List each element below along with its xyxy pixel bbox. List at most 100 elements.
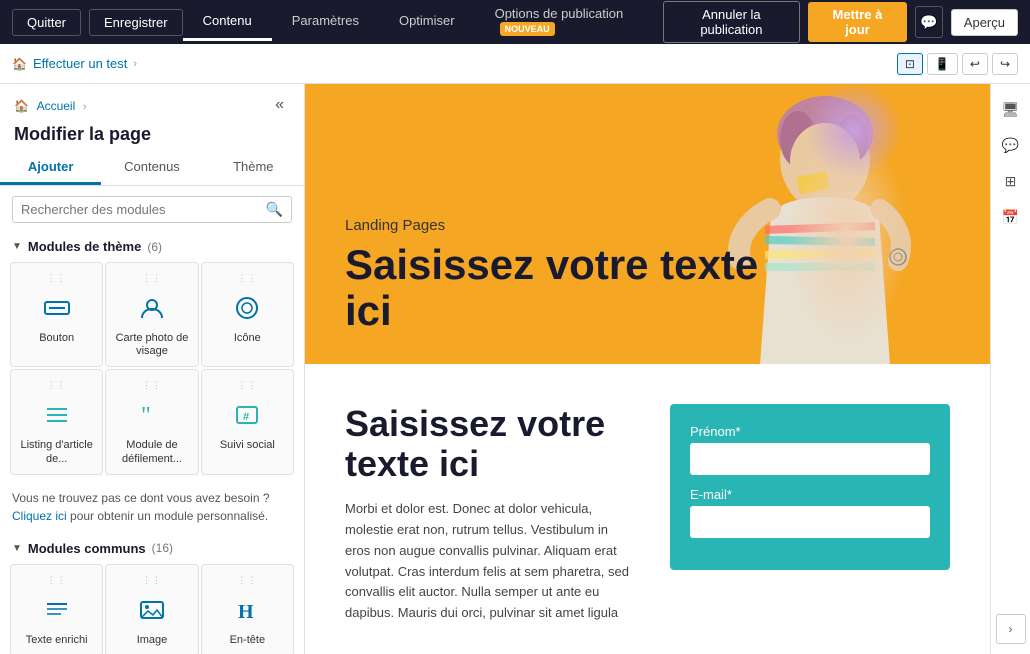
sidebar-layout-icon: ⊞ — [1005, 173, 1017, 190]
tab-params[interactable]: Paramètres — [272, 3, 379, 41]
form-card: Prénom* E-mail* — [670, 404, 950, 570]
drag-handle: ⋮⋮ — [237, 273, 257, 284]
theme-section-title: Modules de thème — [28, 239, 141, 254]
defilement-label: Module de défilement... — [112, 439, 191, 465]
desktop-view-button[interactable]: ⊡ — [897, 53, 923, 75]
module-en-tete[interactable]: ⋮⋮ H En-tête — [201, 564, 294, 654]
drag-handle: ⋮⋮ — [47, 273, 67, 284]
email-field: E-mail* — [690, 487, 930, 538]
svg-text:": " — [141, 403, 151, 429]
listing-label: Listing d'article de... — [17, 439, 96, 465]
mobile-view-button[interactable]: 📱 — [927, 53, 958, 75]
panel-home-icon: 🏠 — [14, 99, 29, 113]
icone-icon — [229, 290, 265, 326]
breadcrumb-chevron: › — [133, 58, 137, 70]
help-link[interactable]: Cliquez ici — [12, 509, 67, 523]
tab-publish[interactable]: Options de publication NOUVEAU — [475, 0, 663, 49]
tab-theme[interactable]: Thème — [203, 151, 304, 185]
module-image[interactable]: ⋮⋮ Image — [105, 564, 198, 654]
common-section-count: (16) — [152, 541, 173, 555]
save-button[interactable]: Enregistrer — [89, 9, 183, 36]
redo-button[interactable]: ↪ — [992, 53, 1018, 75]
theme-section-count: (6) — [147, 240, 162, 254]
search-icon: 🔍 — [266, 201, 283, 217]
module-icone[interactable]: ⋮⋮ Icône — [201, 262, 294, 367]
quit-button[interactable]: Quitter — [12, 9, 81, 36]
undo-button[interactable]: ↩ — [962, 53, 988, 75]
home-icon: 🏠 — [12, 57, 27, 71]
search-input-wrap: 🔍 — [12, 196, 292, 223]
test-link[interactable]: Effectuer un test — [33, 56, 127, 71]
defilement-icon: " — [134, 397, 170, 433]
sidebar-expand-button[interactable]: › — [996, 614, 1026, 644]
preview-button[interactable]: Aperçu — [951, 9, 1018, 36]
hero-section: Landing Pages Saisissez votre texte ici — [305, 84, 990, 364]
tab-optimize[interactable]: Optimiser — [379, 3, 475, 41]
module-defilement[interactable]: ⋮⋮ " Module de défilement... — [105, 369, 198, 474]
texte-enrichi-label: Texte enrichi — [26, 634, 88, 647]
tab-content[interactable]: Contenu — [183, 3, 272, 41]
panel-title-area: Modifier la page — [0, 122, 304, 151]
sidebar-calendar-icon-button[interactable]: 📅 — [996, 202, 1026, 232]
panel-breadcrumb-home[interactable]: Accueil — [37, 99, 76, 113]
drag-handle: ⋮⋮ — [142, 273, 162, 284]
content-left: Saisissez votre texte ici Morbi et dolor… — [345, 404, 630, 624]
right-sidebar-bottom: › — [996, 614, 1026, 644]
drag-handle: ⋮⋮ — [237, 380, 257, 391]
panel-header: 🏠 Accueil › « — [0, 84, 304, 122]
top-bar-right: Annuler la publication Mettre à jour 💬 A… — [663, 1, 1018, 43]
breadcrumb-sep: › — [83, 101, 87, 113]
breadcrumb: 🏠 Accueil › — [14, 98, 87, 113]
sidebar-chat-icon: 💬 — [1002, 137, 1019, 154]
module-listing[interactable]: ⋮⋮ Listing d'article de... — [10, 369, 103, 474]
secondary-bar-left: 🏠 Effectuer un test › — [12, 56, 897, 71]
en-tete-icon: H — [229, 592, 265, 628]
cancel-pub-button[interactable]: Annuler la publication — [663, 1, 800, 43]
drag-handle: ⋮⋮ — [142, 380, 162, 391]
carte-photo-icon — [134, 290, 170, 326]
module-texte-enrichi[interactable]: ⋮⋮ Texte enrichi — [10, 564, 103, 654]
page-actions: ⊡ 📱 ↩ ↪ — [897, 53, 1018, 75]
sidebar-chat-icon-button[interactable]: 💬 — [996, 130, 1026, 160]
suivi-social-label: Suivi social — [220, 439, 275, 452]
sidebar-calendar-icon: 📅 — [1002, 209, 1019, 226]
theme-modules-section-header[interactable]: ▼ Modules de thème (6) — [0, 233, 304, 258]
drag-handle: ⋮⋮ — [47, 380, 67, 391]
prenom-input[interactable] — [690, 443, 930, 475]
right-side: Landing Pages Saisissez votre texte ici — [305, 84, 1030, 654]
sidebar-device-icon-button[interactable]: 🖥 — [996, 94, 1026, 124]
tab-ajouter[interactable]: Ajouter — [0, 151, 101, 185]
hero-text: Landing Pages Saisissez votre texte ici — [305, 187, 990, 364]
content-right: Prénom* E-mail* — [670, 404, 950, 624]
sidebar-layout-icon-button[interactable]: ⊞ — [996, 166, 1026, 196]
search-icon-button[interactable]: 🔍 — [266, 201, 283, 218]
device-icon: 🖥 — [1002, 101, 1020, 118]
theme-section-chevron: ▼ — [12, 241, 22, 252]
chat-icon-button[interactable]: 💬 — [915, 6, 943, 38]
module-bouton[interactable]: ⋮⋮ Bouton — [10, 262, 103, 367]
module-suivi-social[interactable]: ⋮⋮ # Suivi social — [201, 369, 294, 474]
search-input[interactable] — [21, 202, 260, 217]
drag-handle: ⋮⋮ — [142, 575, 162, 586]
email-label: E-mail* — [690, 487, 930, 502]
content-title: Saisissez votre texte ici — [345, 404, 630, 483]
panel-collapse-button[interactable]: « — [269, 94, 290, 116]
bouton-label: Bouton — [39, 332, 74, 345]
new-badge: NOUVEAU — [500, 22, 555, 36]
common-modules-section-header[interactable]: ▼ Modules communs (16) — [0, 535, 304, 560]
image-icon — [134, 592, 170, 628]
email-input[interactable] — [690, 506, 930, 538]
panel-title: Modifier la page — [14, 124, 151, 145]
content-body: Morbi et dolor est. Donec at dolor vehic… — [345, 499, 630, 624]
theme-modules-grid: ⋮⋮ Bouton ⋮⋮ Carte photo de visage ⋮ — [0, 258, 304, 479]
publish-button[interactable]: Mettre à jour — [808, 2, 907, 42]
canvas-area: Landing Pages Saisissez votre texte ici — [305, 84, 990, 654]
module-carte-photo[interactable]: ⋮⋮ Carte photo de visage — [105, 262, 198, 367]
prenom-field: Prénom* — [690, 424, 930, 475]
prenom-label: Prénom* — [690, 424, 930, 439]
common-section-title: Modules communs — [28, 541, 146, 556]
tab-contenus[interactable]: Contenus — [101, 151, 202, 185]
image-label: Image — [137, 634, 168, 647]
icone-label: Icône — [234, 332, 261, 345]
en-tete-label: En-tête — [230, 634, 265, 647]
